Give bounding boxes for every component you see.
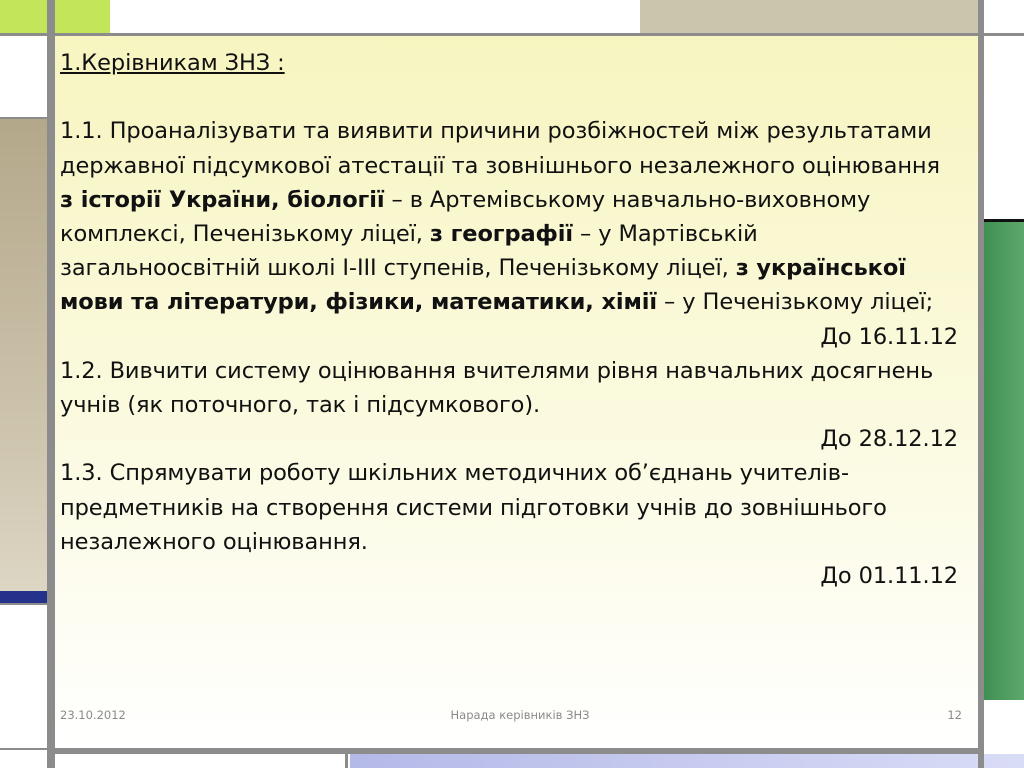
item-2-deadline: До 28.12.12 [820, 426, 958, 453]
right-black-line [980, 219, 1024, 222]
item-3-deadline: До 01.11.12 [820, 563, 958, 590]
slide-text: 1.Керівникам ЗНЗ : 1.1. Проаналізувати т… [60, 46, 958, 593]
green-right-block [984, 222, 1024, 700]
item-1-text-d: – у Печенізькому ліцеї; [657, 289, 934, 316]
green-corner-block [0, 0, 110, 33]
item-2: 1.2. Вивчити систему оцінювання вчителям… [60, 357, 934, 419]
left-divider-upper [0, 117, 47, 119]
tan-left-block [0, 119, 47, 591]
footer-title: Нарада керівників ЗНЗ [450, 708, 590, 722]
bottom-lavender-strip [350, 754, 1024, 768]
item-1-bold-a: з історії України, біології [60, 186, 385, 213]
left-divider-bottom [0, 748, 47, 750]
item-1-deadline: До 16.11.12 [820, 323, 958, 350]
right-frame-line [978, 0, 984, 768]
navy-left-bar [0, 591, 47, 603]
lower-right-line [345, 754, 348, 768]
bottom-frame-line [55, 748, 978, 754]
item-3: 1.3. Спрямувати роботу шкільних методичн… [60, 460, 887, 555]
item-1-bold-b: з географії [429, 221, 573, 248]
left-divider-lower [0, 603, 47, 605]
heading: 1.Керівникам ЗНЗ : [60, 50, 285, 76]
left-frame-line [47, 0, 55, 768]
item-1-text-a: 1.1. Проаналізувати та виявити причини р… [60, 118, 940, 179]
item-1: 1.1. Проаналізувати та виявити причини р… [60, 114, 958, 319]
footer-date: 23.10.2012 [60, 708, 126, 722]
khaki-top-block [640, 0, 980, 33]
footer-page-number: 12 [947, 708, 962, 722]
